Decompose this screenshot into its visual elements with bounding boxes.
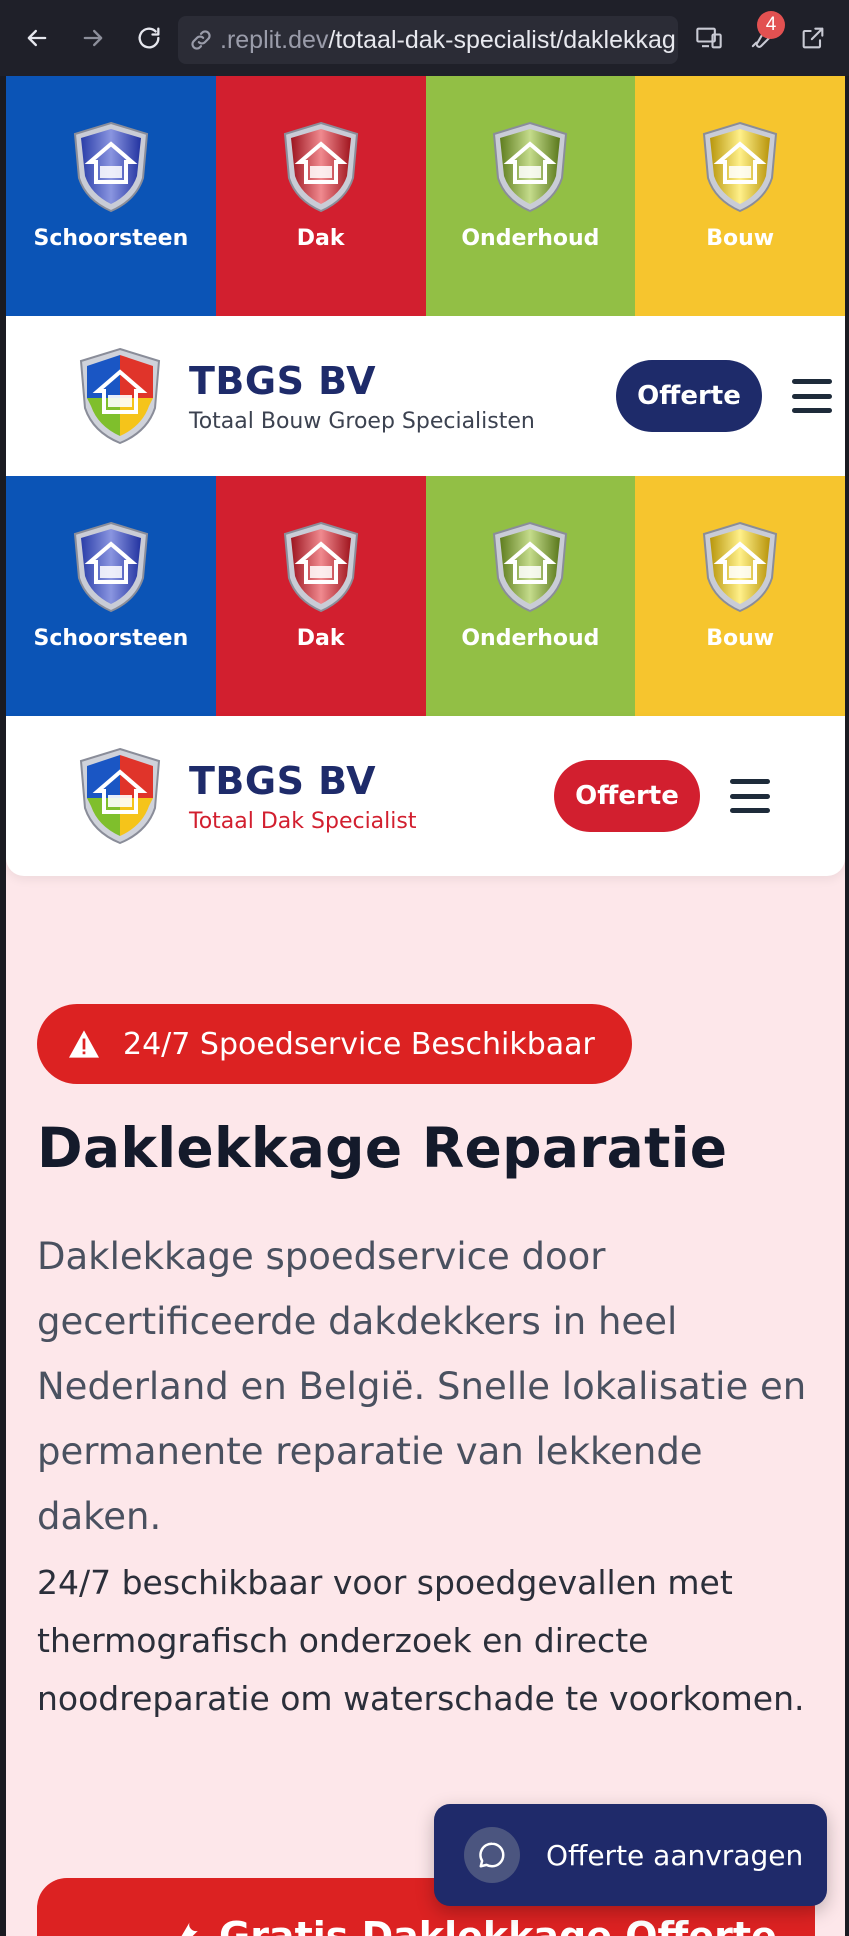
badge-text: 24/7 Spoedservice Beschikbaar [123,1026,595,1062]
url-text: .replit.dev/totaal-dak-specialist/daklek… [220,25,676,54]
offerte-button[interactable]: Offerte [554,760,700,832]
tile-dak[interactable]: Dak [215,476,426,716]
site-header-bouw: TBGS BV Totaal Bouw Groep Specialisten O… [6,316,845,476]
offerte-aanvragen-button[interactable]: Offerte aanvragen [434,1804,827,1906]
tile-onderhoud[interactable]: Onderhoud [425,76,636,316]
link-icon [191,30,211,50]
tile-onderhoud[interactable]: Onderhoud [425,476,636,716]
hamburger-icon[interactable] [792,379,832,413]
spoedservice-badge: 24/7 Spoedservice Beschikbaar [37,1004,632,1084]
brand-name[interactable]: TBGS BV [189,759,416,803]
offerte-button[interactable]: Offerte [616,360,762,432]
shield-logo-icon [703,521,778,613]
tile-label: Dak [296,626,345,651]
back-icon[interactable] [18,19,56,57]
page-title: Daklekkage Reparatie [37,1116,728,1180]
wrench-cta-icon [181,1922,198,1936]
tile-dak[interactable]: Dak [215,76,426,316]
tile-label: Schoorsteen [33,226,189,251]
hamburger-icon[interactable] [730,779,770,813]
tile-label: Onderhoud [461,626,600,651]
site-header-dak: TBGS BV Totaal Dak Specialist Offerte [6,716,845,876]
brand-subtitle: Totaal Dak Specialist [189,808,417,834]
brand-block: TBGS BV Totaal Dak Specialist [189,759,416,834]
tile-label: Dak [296,226,345,251]
service-tiles-bottom: Schoorsteen Dak Onderhoud Bouw [6,476,845,716]
tbgs-logo-icon[interactable] [76,346,164,446]
brand-block: TBGS BV Totaal Bouw Groep Specialisten [189,359,535,434]
floating-label: Offerte aanvragen [546,1838,804,1872]
shield-logo-icon [283,521,358,613]
hero-body: 24/7 beschikbaar voor spoedgevallen met … [37,1563,805,1718]
hero-lead: Daklekkage spoedservice door gecertifice… [37,1235,807,1538]
shield-logo-icon [73,521,148,613]
brand-name[interactable]: TBGS BV [189,359,535,403]
shield-logo-icon [493,121,568,213]
chat-icon [464,1827,520,1883]
cta-label: Gratis Daklekkage Offerte [219,1914,777,1936]
shield-logo-icon [283,121,358,213]
tile-bouw[interactable]: Bouw [635,476,845,716]
tbgs-logo-icon[interactable] [76,746,164,846]
tile-schoorsteen[interactable]: Schoorsteen [6,476,216,716]
external-link-icon[interactable] [794,19,832,57]
tile-schoorsteen[interactable]: Schoorsteen [6,76,216,316]
forward-icon[interactable] [74,19,112,57]
tile-bouw[interactable]: Bouw [635,76,845,316]
brand-subtitle: Totaal Bouw Groep Specialisten [189,408,535,434]
shield-logo-icon [73,121,148,213]
shield-logo-icon [703,121,778,213]
shield-logo-icon [493,521,568,613]
browser-toolbar: .replit.dev/totaal-dak-specialist/daklek… [0,0,849,76]
tile-label: Bouw [706,226,775,251]
address-bar[interactable]: .replit.dev/totaal-dak-specialist/daklek… [178,16,678,64]
tile-label: Schoorsteen [33,626,189,651]
device-icon[interactable] [690,19,728,57]
warning-icon [69,1030,99,1058]
service-tiles-top: Schoorsteen Dak Onderhoud Bouw [6,76,845,316]
notification-badge: 4 [757,11,785,39]
tile-label: Onderhoud [461,226,600,251]
reload-icon[interactable] [130,19,168,57]
page-viewport: Schoorsteen Dak Onderhoud Bouw TBGS BV T… [6,76,845,1936]
tile-label: Bouw [706,626,775,651]
